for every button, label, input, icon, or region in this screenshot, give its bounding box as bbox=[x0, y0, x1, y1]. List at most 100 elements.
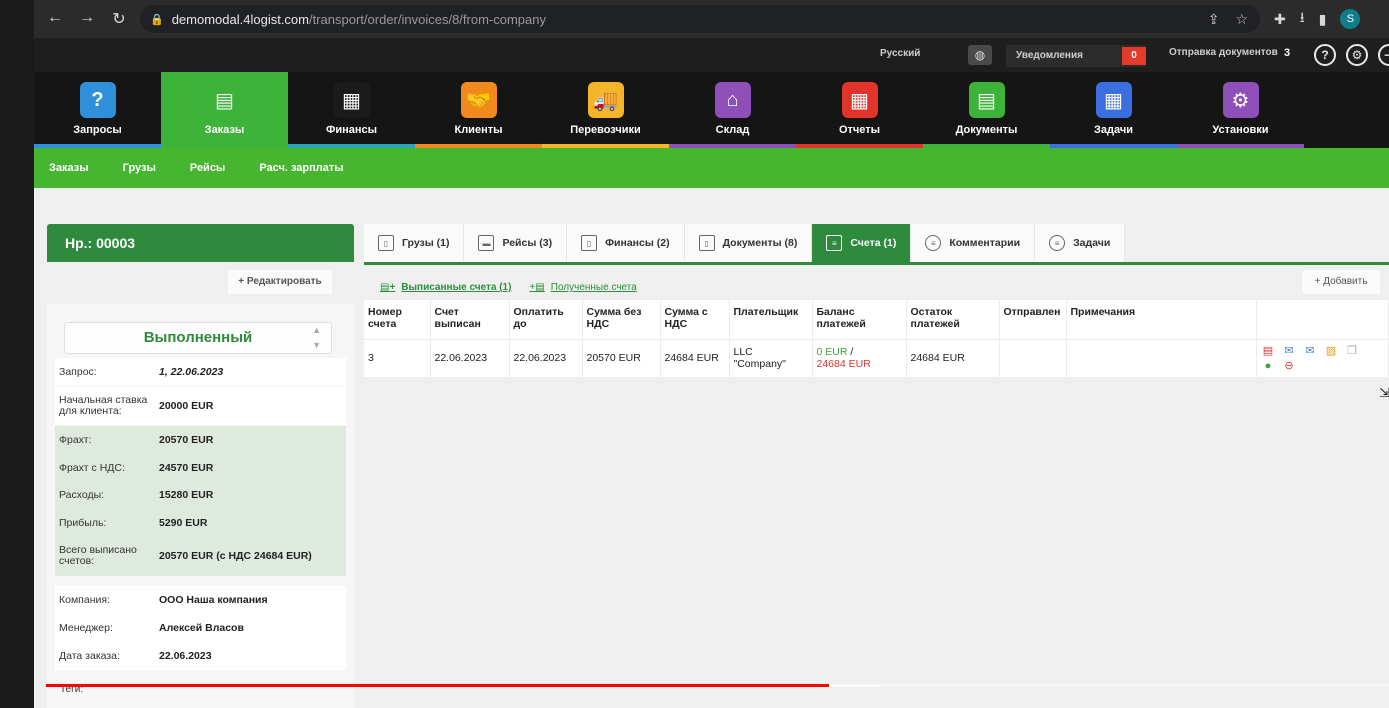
logout-icon[interactable]: ⇥ bbox=[1378, 44, 1389, 66]
invoice-sum-no-vat: 20570 EUR bbox=[582, 339, 661, 377]
edit-order-button[interactable]: + Редактировать bbox=[228, 270, 332, 294]
copy-icon[interactable]: ❐ bbox=[1345, 345, 1360, 357]
column-header[interactable]: Сумма с НДС bbox=[660, 300, 730, 340]
send-email-icon[interactable]: ✉ bbox=[1303, 345, 1318, 357]
app-topbar: Русский ◍ Уведомления 0 Отправка докумен… bbox=[34, 38, 1389, 72]
sub-nav-item[interactable]: Расч. зарплаты bbox=[259, 162, 343, 174]
info-value: 5290 EUR bbox=[159, 517, 208, 529]
table-row[interactable]: 3 22.06.2023 22.06.2023 20570 EUR 24684 … bbox=[364, 339, 1389, 377]
url-path: /transport/order/invoices/8/from-company bbox=[309, 11, 546, 27]
payment-icon[interactable]: ● bbox=[1261, 360, 1276, 372]
add-invoice-button[interactable]: + Добавить bbox=[1302, 270, 1380, 294]
tab-tasks[interactable]: ≡ Задачи bbox=[1035, 224, 1126, 262]
video-buffered bbox=[828, 684, 882, 687]
tab-label: Задачи bbox=[1073, 237, 1111, 249]
main-nav-icon: ▦ bbox=[1095, 82, 1132, 118]
table-header-row: Номер счета Счет выписан Оплатить до Сум… bbox=[364, 300, 1389, 340]
order-status-select[interactable]: Выполненный ▲ ▼ bbox=[64, 322, 332, 354]
info-row-company: Компания: ООО Наша компания bbox=[55, 586, 346, 614]
info-label: Фрахт: bbox=[59, 433, 92, 446]
column-header[interactable]: Сумма без НДС bbox=[582, 300, 661, 340]
order-status-value: Выполненный bbox=[143, 329, 253, 346]
globe-icon[interactable]: ◍ bbox=[968, 45, 992, 65]
info-row-order-date: Дата заказа: 22.06.2023 bbox=[55, 642, 346, 670]
notifications-count-badge[interactable]: 0 bbox=[1122, 47, 1146, 65]
column-header[interactable]: Остаток платежей bbox=[906, 300, 1000, 340]
main-nav-item[interactable]: ▤ Документы bbox=[923, 72, 1050, 148]
tab-trips[interactable]: ▬ Рейсы (3) bbox=[464, 224, 568, 262]
list-add-icon: ▤+ bbox=[380, 282, 396, 293]
issued-invoices-link[interactable]: ▤+ Выписанные счета (1) bbox=[380, 282, 511, 293]
tab-documents[interactable]: ▯ Документы (8) bbox=[684, 224, 813, 262]
invoice-issued-date: 22.06.2023 bbox=[430, 339, 510, 377]
main-nav-item[interactable]: ⚙ Установки bbox=[1177, 72, 1304, 148]
main-nav-item[interactable]: ▦ Задачи bbox=[1050, 72, 1177, 148]
info-value: ООО Наша компания bbox=[159, 594, 268, 606]
main-nav-icon: 🚚 bbox=[587, 82, 624, 118]
main-nav-icon: ? bbox=[79, 82, 116, 118]
column-header[interactable]: Баланс платежей bbox=[812, 300, 907, 340]
main-nav-icon: 🤝 bbox=[460, 82, 497, 118]
language-selector[interactable]: Русский bbox=[880, 48, 920, 59]
main-nav-item[interactable]: ? Запросы bbox=[34, 72, 161, 148]
sub-nav-item[interactable]: Грузы bbox=[123, 162, 156, 174]
share-icon[interactable]: ⇪ bbox=[1208, 11, 1220, 28]
main-nav-item[interactable]: ▦ Финансы bbox=[288, 72, 415, 148]
tab-comments[interactable]: ≡ Комментарии bbox=[911, 224, 1036, 262]
tab-label: Документы (8) bbox=[722, 237, 798, 249]
pdf-icon[interactable]: ▤ bbox=[1261, 345, 1276, 357]
invoice-remaining: 24684 EUR bbox=[906, 339, 1000, 377]
forward-icon[interactable]: → bbox=[78, 9, 96, 29]
delete-icon[interactable]: ⊖ bbox=[1282, 360, 1297, 372]
main-nav-icon: ⚙ bbox=[1222, 82, 1259, 118]
column-header[interactable]: Счет выписан bbox=[430, 300, 510, 340]
user-settings-icon[interactable]: ⚙ bbox=[1346, 44, 1368, 66]
main-nav-icon: ▤ bbox=[215, 89, 234, 112]
sub-nav-item[interactable]: Рейсы bbox=[190, 162, 225, 174]
send-documents-count[interactable]: 3 bbox=[1284, 47, 1290, 59]
info-row-freight-vat: Фрахт с НДС: 24570 EUR bbox=[55, 454, 346, 482]
sidepanel-icon[interactable]: ▮ bbox=[1319, 11, 1327, 28]
main-nav-item[interactable]: ▤ Заказы bbox=[161, 72, 288, 148]
column-header[interactable]: Оплатить до bbox=[509, 300, 583, 340]
image-icon[interactable]: ▨ bbox=[1324, 345, 1339, 357]
email-icon[interactable]: ✉ bbox=[1282, 345, 1297, 357]
tab-cargo[interactable]: ▯ Грузы (1) bbox=[364, 224, 465, 262]
order-number-header: Нр.: 00003 bbox=[47, 224, 354, 262]
sub-nav-item[interactable]: Заказы bbox=[49, 162, 89, 174]
order-tabs: ▯ Грузы (1) ▬ Рейсы (3) ▯ Финансы (2) ▯ Доку… bbox=[364, 224, 1126, 262]
send-documents-label[interactable]: Отправка документов bbox=[1169, 47, 1278, 58]
back-icon[interactable]: ← bbox=[46, 9, 64, 29]
main-nav-item[interactable]: 🤝 Клиенты bbox=[415, 72, 542, 148]
main-nav-icon: ▤ bbox=[968, 82, 1005, 118]
video-progress-bar[interactable] bbox=[46, 684, 1389, 687]
download-icon[interactable]: ⭳ bbox=[1300, 7, 1305, 31]
tab-invoices[interactable]: ≡ Счета (1) bbox=[812, 224, 912, 262]
column-header[interactable]: Примечания bbox=[1066, 300, 1257, 340]
column-header[interactable]: Плательщик bbox=[729, 300, 813, 340]
main-nav-item[interactable]: ▦ Отчеты bbox=[796, 72, 923, 148]
tab-finance[interactable]: ▯ Финансы (2) bbox=[567, 224, 685, 262]
info-label: Менеджер: bbox=[59, 621, 113, 634]
info-value[interactable]: 1, 22.06.2023 bbox=[159, 366, 223, 378]
help-icon[interactable]: ? bbox=[1314, 44, 1336, 66]
list-incoming-icon: +▤ bbox=[529, 282, 545, 293]
extensions-icon[interactable]: ✚ bbox=[1274, 11, 1286, 28]
bookmark-star-icon[interactable]: ☆ bbox=[1235, 11, 1248, 28]
main-nav-item[interactable]: ⌂ Склад bbox=[669, 72, 796, 148]
lock-icon: 🔒 bbox=[150, 13, 164, 26]
invoice-icon: ≡ bbox=[826, 235, 843, 251]
main-nav-item[interactable]: 🚚 Перевозчики bbox=[542, 72, 669, 148]
subtab-label: Выписанные счета (1) bbox=[401, 282, 512, 293]
profile-avatar[interactable]: S bbox=[1340, 9, 1361, 29]
received-invoices-link[interactable]: +▤ Полученные счета bbox=[529, 282, 636, 293]
truck-icon: ▬ bbox=[478, 235, 495, 251]
column-header[interactable]: Отправлен bbox=[999, 300, 1067, 340]
address-bar[interactable]: 🔒 demomodal.4logist.com/transport/order/… bbox=[140, 5, 1260, 33]
reload-icon[interactable]: ↻ bbox=[110, 9, 128, 29]
url-domain: demomodal.4logist.com bbox=[171, 11, 309, 27]
column-header[interactable]: Номер счета bbox=[364, 300, 431, 340]
info-label: Всего выписано счетов: bbox=[59, 544, 137, 567]
info-label: Прибыль: bbox=[59, 516, 107, 529]
main-nav-label: Задачи bbox=[1094, 124, 1133, 136]
